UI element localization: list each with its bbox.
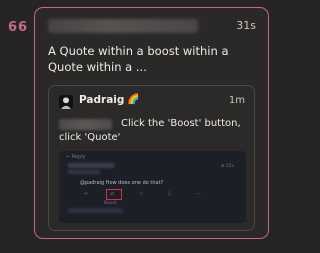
rainbow-emoji: 🌈 bbox=[127, 94, 140, 105]
quoted-post-content: Click the 'Boost' button, click 'Quote' bbox=[59, 118, 241, 143]
attached-screenshot[interactable]: ← Reply ⊕ 25s @padraig How does one do t… bbox=[59, 151, 246, 223]
quoted-author-name[interactable]: Padraig bbox=[79, 94, 124, 106]
post-timestamp[interactable]: 31s bbox=[236, 19, 256, 32]
post-card[interactable]: 31s A Quote within a boost within a Quot… bbox=[34, 7, 269, 239]
screenshot-boost-label: Boost bbox=[104, 201, 117, 206]
screenshot-timestamp: ⊕ 25s bbox=[220, 164, 234, 169]
star-icon: ☆ bbox=[139, 191, 144, 197]
more-icon: ··· bbox=[196, 191, 201, 197]
screenshot-reply-label: ← Reply bbox=[66, 154, 86, 160]
post-content: A Quote within a boost within a Quote wi… bbox=[48, 44, 229, 74]
blurred-author-name bbox=[48, 19, 198, 33]
reply-icon: ↩ bbox=[84, 191, 89, 197]
screenshot-blurred-handle bbox=[68, 170, 100, 174]
screenshot-question: @padraig How does one do that? bbox=[80, 180, 164, 186]
bookmark-icon: ▯ bbox=[168, 191, 171, 197]
screenshot-blurred-name bbox=[68, 163, 114, 168]
avatar[interactable] bbox=[59, 95, 73, 109]
quoted-post-card[interactable]: Padraig 🌈 1m Click the 'Boost' button, c… bbox=[48, 85, 255, 231]
screenshot-blurred-footer bbox=[68, 208, 123, 213]
quote-indicator-icon: 66 bbox=[8, 20, 29, 35]
quoted-post-timestamp[interactable]: 1m bbox=[229, 95, 245, 106]
boost-highlight-box bbox=[106, 189, 122, 200]
